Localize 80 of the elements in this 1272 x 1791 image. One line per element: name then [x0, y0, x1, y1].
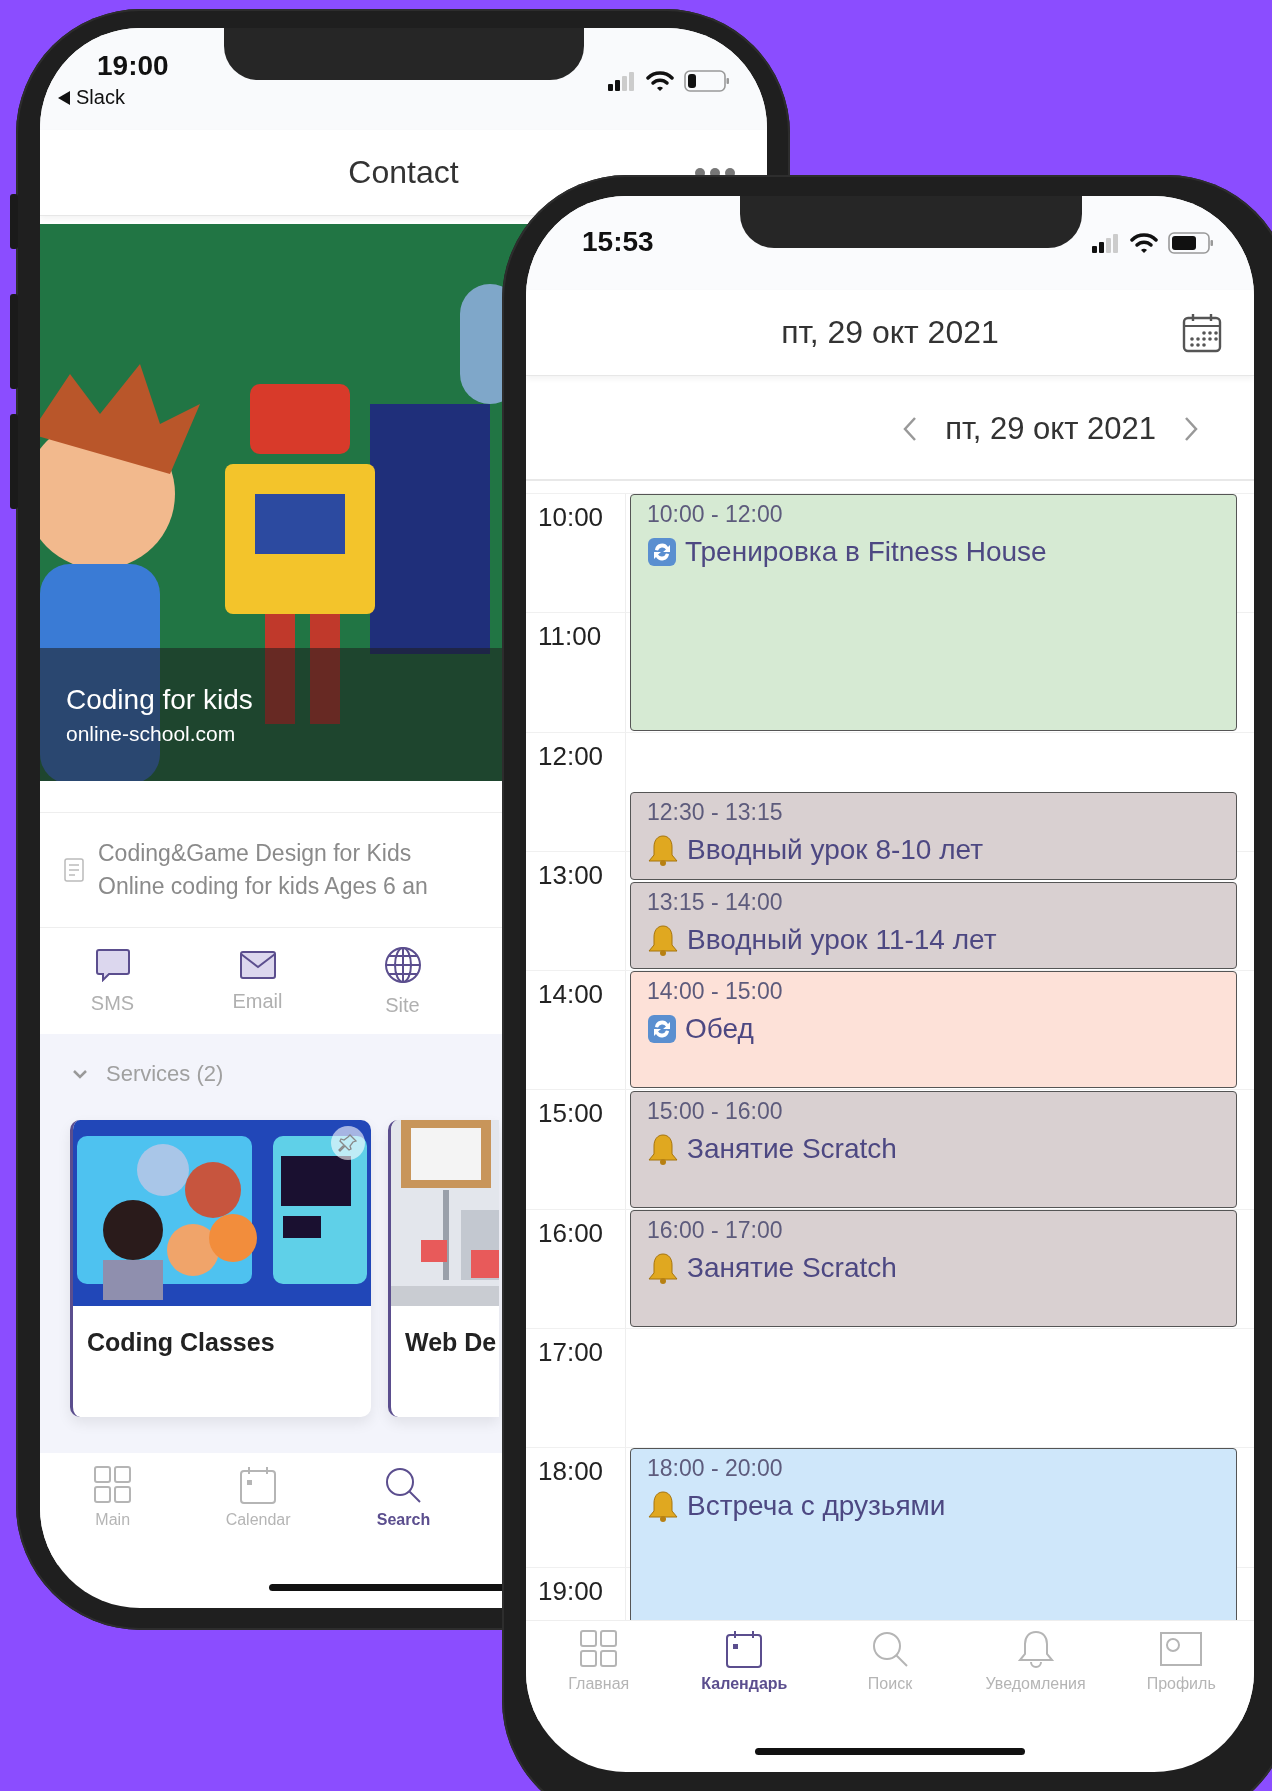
battery-icon [684, 70, 730, 92]
hour-label: 17:00 [526, 1329, 626, 1448]
card-title: Coding Classes [86, 1327, 276, 1357]
bell-icon [647, 1132, 679, 1165]
event-time: 12:30 - 13:15 [647, 799, 784, 827]
tab-bar-item[interactable]: Календарь [671, 1629, 818, 1721]
pin-icon [338, 1133, 358, 1153]
hour-label: 16:00 [526, 1209, 626, 1329]
date-label: пт, 29 окт 2021 [945, 410, 1156, 447]
event-block[interactable]: 13:15 - 14:00 Вводный урок 11-14 лет [630, 881, 1237, 970]
event-block[interactable]: 12:30 - 13:15 Вводный урок 8-10 лет [630, 792, 1237, 880]
battery-icon [1168, 232, 1214, 254]
hour-label: 14:00 [526, 971, 626, 1090]
calendar-icon [238, 1465, 279, 1505]
globe-icon [383, 945, 422, 984]
next-day-button[interactable] [1184, 415, 1198, 442]
status-time: 19:00 [97, 50, 169, 82]
bell-icon [647, 1490, 679, 1523]
chevron-down-icon[interactable] [72, 1068, 88, 1080]
screen-title: Contact [348, 154, 459, 191]
repeat-icon [647, 1014, 677, 1045]
bell-icon [647, 923, 679, 956]
event-block[interactable]: 15:00 - 16:00 Занятие Scratch [630, 1090, 1237, 1208]
repeat-icon [647, 537, 677, 567]
signal-icon [608, 71, 636, 91]
event-title: Обед [685, 1013, 754, 1046]
bell-icon [647, 834, 679, 867]
previous-day-button[interactable] [903, 415, 918, 442]
document-icon [64, 858, 84, 882]
event-time: 13:15 - 14:00 [647, 888, 784, 916]
hour-label: 13:00 [526, 851, 626, 971]
event-block[interactable]: 16:00 - 17:00 Занятие Scratch [630, 1209, 1237, 1328]
event-title: Вводный урок 11-14 лет [687, 923, 997, 956]
event-time: 18:00 - 20:00 [647, 1455, 784, 1483]
back-link[interactable]: Slack [58, 86, 169, 109]
screen-title: пт, 29 окт 2021 [781, 314, 999, 351]
wifi-icon [1130, 232, 1158, 254]
event-time: 15:00 - 16:00 [647, 1097, 784, 1125]
event-block[interactable]: 18:00 - 20:00 Встреча с друзьями [630, 1448, 1237, 1620]
event-title: Встреча с друзьями [687, 1490, 946, 1523]
event-time: 10:00 - 12:00 [647, 501, 784, 528]
calendar-icon [724, 1629, 765, 1669]
event-block[interactable]: 10:00 - 12:00 Тренировка в Fitness House [630, 494, 1237, 731]
wifi-icon [646, 70, 674, 92]
event-title: Занятие Scratch [687, 1132, 897, 1165]
bell-icon [647, 1251, 679, 1284]
event-title: Занятие Scratch [687, 1251, 897, 1284]
status-time: 15:53 [582, 226, 654, 258]
service-card[interactable]: Web De [388, 1120, 499, 1417]
service-card[interactable]: Coding Classes [70, 1120, 371, 1417]
description-text: Online coding for kids Ages 6 an [98, 873, 428, 900]
hour-label: 12:00 [526, 732, 626, 851]
event-time: 16:00 - 17:00 [647, 1216, 784, 1244]
signal-icon [1092, 233, 1120, 253]
grid-icon [92, 1465, 133, 1505]
hour-label: 18:00 [526, 1448, 626, 1567]
event-block[interactable]: 14:00 - 15:00 Обед [630, 971, 1237, 1089]
banner-subtitle: online-school.com [66, 721, 237, 746]
chat-icon [94, 947, 131, 982]
event-title: Тренировка в Fitness House [685, 536, 1047, 568]
chevron-right-icon [1184, 415, 1198, 442]
calendar-icon[interactable] [1182, 312, 1222, 353]
search-icon [870, 1629, 910, 1669]
envelope-icon [238, 949, 277, 980]
tab-bar-item[interactable]: Search [330, 1465, 477, 1565]
hour-label: 11:00 [526, 613, 626, 732]
pin-button[interactable] [331, 1126, 365, 1160]
banner-title: Coding for kids [66, 683, 254, 716]
bell-icon [1015, 1629, 1056, 1669]
grid-icon [578, 1629, 619, 1669]
back-arrow-icon [58, 90, 70, 105]
chevron-left-icon [903, 415, 918, 442]
hour-label: 15:00 [526, 1090, 626, 1209]
description-text: Coding&Game Design for Kids [98, 840, 413, 867]
profile-icon [1159, 1629, 1204, 1669]
event-time: 14:00 - 15:00 [647, 978, 784, 1006]
section-title: Services (2) [106, 1061, 224, 1087]
card-title: Web De [404, 1327, 498, 1357]
hour-label: 10:00 [526, 494, 626, 613]
event-title: Вводный урок 8-10 лет [687, 834, 984, 867]
